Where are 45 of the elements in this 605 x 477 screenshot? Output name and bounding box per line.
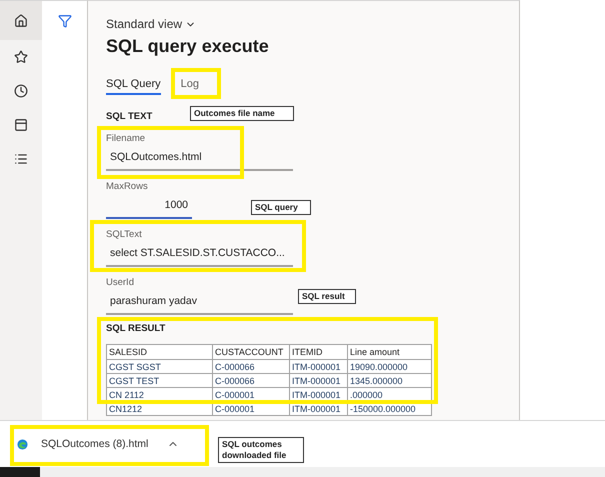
section-heading: SQL RESULT — [106, 323, 166, 335]
start-button[interactable] — [0, 467, 40, 477]
highlight-frame — [171, 68, 221, 99]
field-label: UserId — [106, 277, 134, 289]
table-cell: CN 2112 — [106, 388, 212, 402]
home-icon[interactable] — [0, 1, 42, 40]
column-header: ITEMID — [290, 344, 348, 360]
page-title: SQL query execute — [106, 35, 269, 58]
callout-label: SQL query — [251, 200, 311, 215]
callout-label: SQL result — [298, 289, 356, 304]
table-cell: ITM-000001 — [290, 360, 348, 374]
table-cell: C-000066 — [212, 374, 290, 388]
column-header: SALESID — [106, 344, 212, 360]
callout-label: SQL outcomes downloaded file — [218, 437, 304, 463]
download-item[interactable]: SQLOutcomes (8).html — [17, 431, 199, 457]
column-header: CUSTACCOUNT — [212, 344, 290, 360]
section-heading: SQL TEXT — [106, 111, 152, 123]
table-cell: 1345.000000 — [348, 374, 432, 388]
table-cell: ITM-000001 — [290, 388, 348, 402]
field-label: Filename — [106, 133, 146, 145]
table-cell: CGST SGST — [106, 360, 212, 374]
input-field[interactable]: 1000 — [106, 193, 192, 219]
table-cell: C-000001 — [212, 388, 290, 402]
table-cell: CN1212 — [106, 402, 212, 416]
filter-icon[interactable] — [58, 14, 72, 28]
table-cell: ITM-000001 — [290, 402, 348, 416]
tab[interactable]: SQL Query — [106, 74, 161, 95]
field-label: MaxRows — [106, 181, 148, 193]
input-field[interactable]: SQLOutcomes.html — [106, 145, 293, 171]
table-cell: ITM-000001 — [290, 374, 348, 388]
input-field[interactable]: select ST.SALESID.ST.CUSTACCO... — [106, 241, 293, 267]
table-cell: -150000.000000 — [348, 402, 432, 416]
table-cell: C-000066 — [212, 360, 290, 374]
tab[interactable]: Log — [180, 74, 199, 95]
downloaded-file-name: SQLOutcomes (8).html — [41, 438, 150, 450]
table-cell: .000000 — [348, 388, 432, 402]
field-label: SQLText — [106, 229, 142, 241]
input-field[interactable]: parashuram yadav — [106, 289, 293, 315]
view-selector[interactable]: Standard view — [106, 16, 196, 32]
browser-logo-icon — [17, 438, 28, 450]
table-cell: C-000001 — [212, 402, 290, 416]
callout-label: Outcomes file name — [190, 106, 294, 121]
column-header: Line amount — [348, 344, 432, 360]
table-cell: CGST TEST — [106, 374, 212, 388]
table-cell: 19090.000000 — [348, 360, 432, 374]
